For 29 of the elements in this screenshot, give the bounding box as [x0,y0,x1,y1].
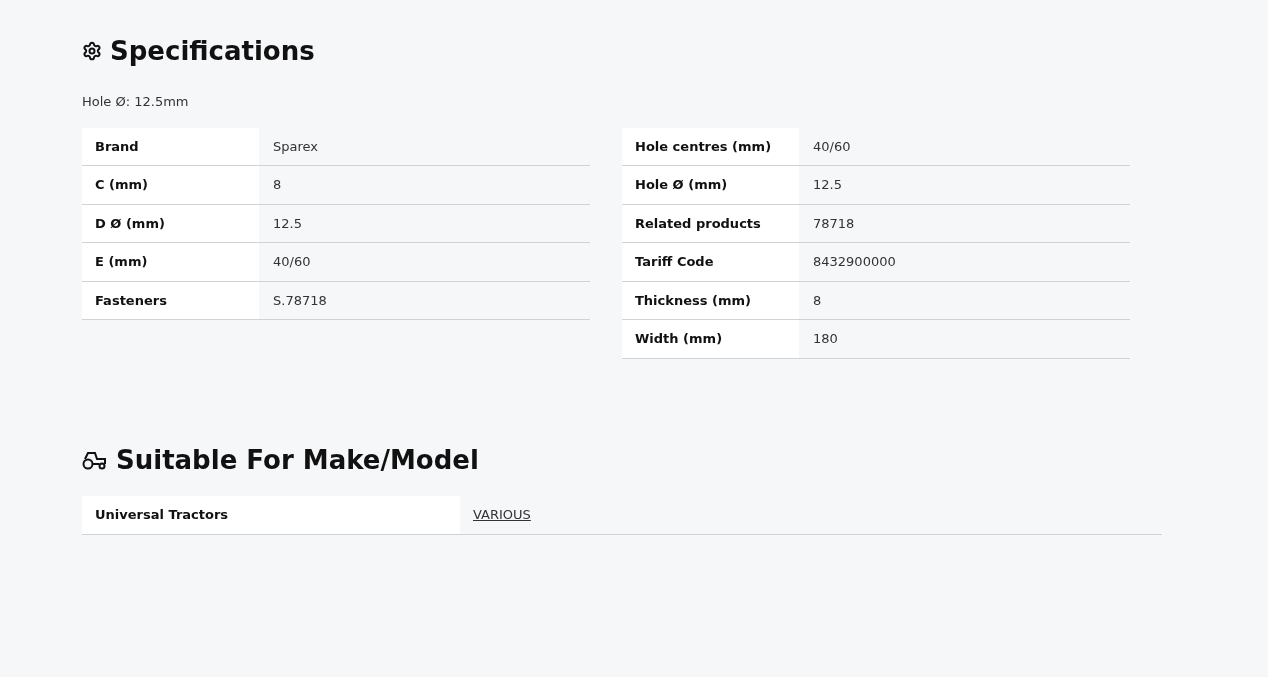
section-heading: Suitable For Make/Model [116,443,479,477]
spec-note: Hole Ø: 12.5mm [82,93,190,111]
spec-label: Related products [622,204,799,242]
make-label: Universal Tractors [82,495,460,534]
spec-label: Fasteners [82,281,259,319]
spec-value: 180 [812,330,838,348]
spec-value: S.78718 [272,291,327,310]
spec-label: Hole centres (mm) [622,127,799,165]
spec-label: Hole Ø (mm) [622,166,799,204]
spec-value: 8 [272,176,282,194]
spec-value: 8432900000 [812,253,896,271]
spec-value: 78718 [812,214,855,233]
settings-icon [82,41,102,61]
spec-value: 40/60 [272,253,311,271]
spec-value: Sparex [272,137,318,156]
spec-label: E (mm) [82,243,259,281]
spec-label: Tariff Code [622,243,799,281]
spec-value: 12.5 [272,214,302,233]
spec-value: 40/60 [812,137,851,156]
tractor-icon [82,449,108,470]
spec-value: 8 [812,291,822,310]
section-heading: Specifications [110,35,315,68]
spec-label: D Ø (mm) [82,204,259,242]
spec-label: Brand [82,127,259,165]
spec-label: Thickness (mm) [622,281,799,319]
spec-value: 12.5 [812,176,842,194]
spec-label: Width (mm) [622,320,799,358]
model-link[interactable]: VARIOUS [473,504,531,525]
spec-label: C (mm) [82,166,259,204]
